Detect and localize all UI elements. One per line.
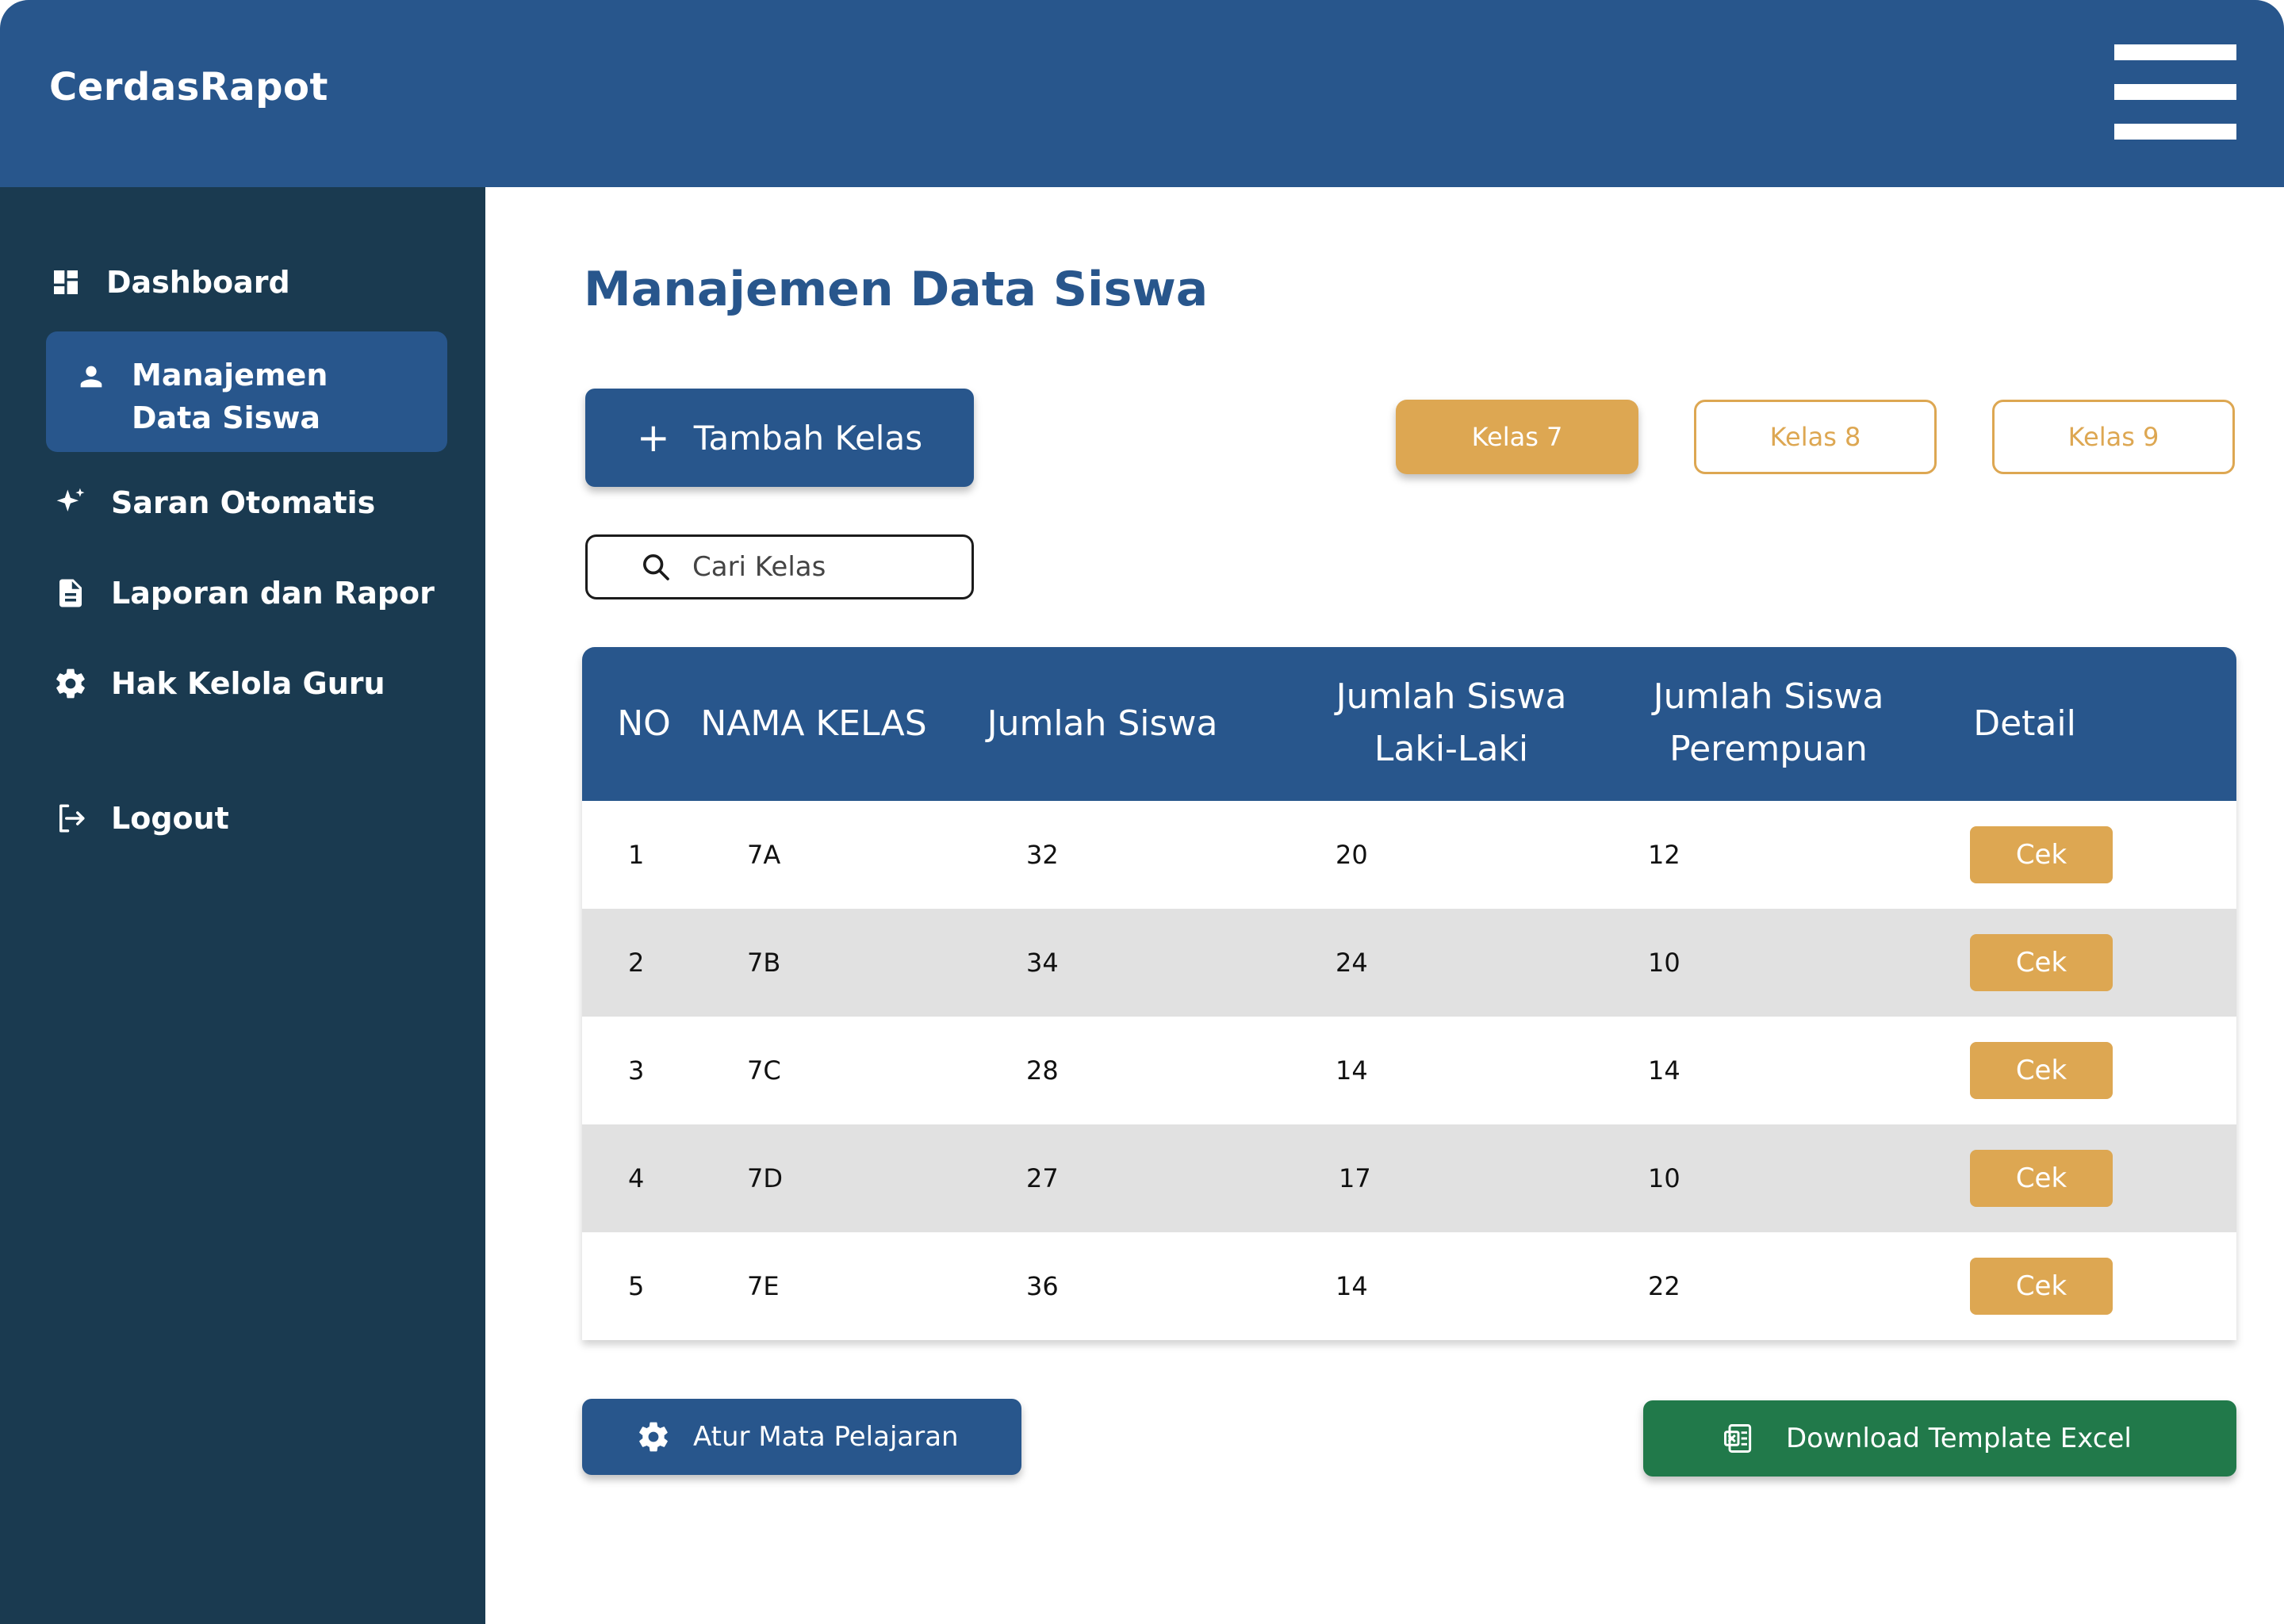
header-jumlah-perempuan: Jumlah Siswa Perempuan [1653,676,1884,769]
header-jumlah-laki: Jumlah Siswa Laki-Laki [1336,676,1567,769]
cell-perempuan: 10 [1648,948,1680,978]
cek-button[interactable]: Cek [1970,1042,2113,1099]
sidebar-item-label: Logout [111,801,229,836]
cell-jumlah: 34 [1026,948,1059,978]
cell-perempuan: 12 [1648,840,1680,870]
tab-kelas-9[interactable]: Kelas 9 [1992,400,2235,474]
sidebar-item-manajemen-data-siswa[interactable]: Manajemen Data Siswa [46,331,447,452]
table-header: NO NAMA KELAS Jumlah Siswa Jumlah Siswa … [582,647,2236,801]
add-class-label: Tambah Kelas [693,418,923,458]
cell-laki: 14 [1336,1271,1368,1301]
header-no: NO [617,703,671,744]
table-row: 5 7E 36 14 22 Cek [582,1232,2236,1340]
add-class-button[interactable]: + Tambah Kelas [585,389,974,487]
page-title: Manajemen Data Siswa [584,262,1209,317]
sidebar-item-label: Hak Kelola Guru [111,666,385,701]
cell-no: 5 [628,1271,645,1301]
sidebar-item-dashboard[interactable]: Dashboard [46,260,447,304]
cell-no: 4 [628,1163,645,1193]
search-input[interactable] [691,550,932,584]
cell-jumlah: 27 [1026,1163,1059,1193]
document-icon [51,573,90,613]
sidebar-item-label: Dashboard [106,265,290,300]
table-row: 2 7B 34 24 10 Cek [582,909,2236,1017]
cell-perempuan: 22 [1648,1271,1680,1301]
cell-no: 2 [628,948,645,978]
hamburger-icon[interactable] [2114,44,2236,141]
cek-button[interactable]: Cek [1970,826,2113,883]
sidebar-item-label: Manajemen Data Siswa [132,358,328,435]
cell-laki: 17 [1339,1163,1371,1193]
plus-icon: + [636,415,670,461]
excel-icon [1724,1424,1752,1453]
class-table: NO NAMA KELAS Jumlah Siswa Jumlah Siswa … [582,647,2236,1340]
cell-kelas: 7C [747,1055,781,1086]
hamburger-line [2114,44,2236,60]
sidebar-item-label: Laporan dan Rapor [111,576,435,611]
table-row: 3 7C 28 14 14 Cek [582,1017,2236,1124]
sidebar-item-logout[interactable]: Logout [51,796,452,841]
logout-icon [51,799,90,838]
cell-perempuan: 10 [1648,1163,1680,1193]
gear-icon [51,664,90,703]
cell-kelas: 7A [747,840,781,870]
table-row: 4 7D 27 17 10 Cek [582,1124,2236,1232]
cek-button[interactable]: Cek [1970,1258,2113,1315]
cell-no: 3 [628,1055,645,1086]
sidebar: Dashboard Manajemen Data Siswa Saran Oto… [0,187,485,1624]
cell-laki: 24 [1336,948,1368,978]
app-window: CerdasRapot Dashboard Manajemen Data Sis… [0,0,2284,1624]
cell-kelas: 7E [747,1271,780,1301]
sidebar-item-laporan-dan-rapor[interactable]: Laporan dan Rapor [51,571,452,615]
search-icon [643,554,669,580]
sparkle-icon [51,483,90,523]
top-bar: CerdasRapot [0,0,2284,187]
sidebar-item-hak-kelola-guru[interactable]: Hak Kelola Guru [51,661,452,706]
atur-label: Atur Mata Pelajaran [693,1421,959,1453]
header-nama-kelas: NAMA KELAS [700,703,927,744]
cell-laki: 20 [1336,840,1368,870]
gear-icon [639,1422,668,1452]
cell-jumlah: 36 [1026,1271,1059,1301]
cell-laki: 14 [1336,1055,1368,1086]
search-box [585,534,974,599]
hamburger-line [2114,84,2236,100]
download-template-button[interactable]: Download Template Excel [1643,1400,2236,1477]
cell-no: 1 [628,840,645,870]
header-jumlah-siswa: Jumlah Siswa [987,703,1218,744]
cek-button[interactable]: Cek [1970,934,2113,991]
sidebar-item-saran-otomatis[interactable]: Saran Otomatis [51,481,452,525]
sidebar-item-label: Saran Otomatis [111,485,376,520]
tab-kelas-7[interactable]: Kelas 7 [1396,400,1638,474]
user-icon [71,357,111,396]
tab-kelas-8[interactable]: Kelas 8 [1694,400,1937,474]
cek-button[interactable]: Cek [1970,1150,2113,1207]
cell-perempuan: 14 [1648,1055,1680,1086]
dashboard-icon [46,262,86,302]
header-detail: Detail [1973,703,2076,744]
hamburger-line [2114,124,2236,140]
cell-kelas: 7D [747,1163,783,1193]
cell-kelas: 7B [747,948,781,978]
app-title: CerdasRapot [49,65,328,109]
download-label: Download Template Excel [1786,1423,2132,1454]
cell-jumlah: 32 [1026,840,1059,870]
table-row: 1 7A 32 20 12 Cek [582,801,2236,909]
cell-jumlah: 28 [1026,1055,1059,1086]
atur-mata-pelajaran-button[interactable]: Atur Mata Pelajaran [582,1399,1021,1475]
